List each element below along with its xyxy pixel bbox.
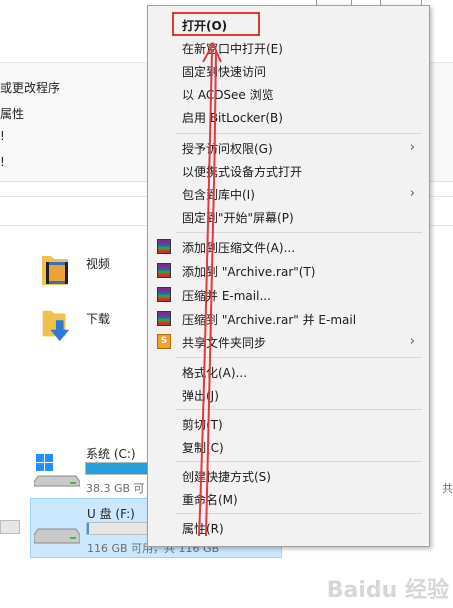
menu-item-pin-quick-access[interactable]: 固定到快速访问 bbox=[148, 60, 429, 82]
menu-item-label: 重命名(M) bbox=[182, 493, 238, 507]
menu-item-label: 包含到库中(I) bbox=[182, 188, 255, 202]
menu-item-bitlocker[interactable]: 启用 BitLocker(B) bbox=[148, 106, 429, 128]
menu-separator bbox=[176, 513, 422, 514]
ribbon-item[interactable]: ! bbox=[0, 129, 5, 143]
menu-item-portable-device[interactable]: 以便携式设备方式打开 bbox=[148, 160, 429, 182]
menu-item-eject[interactable]: 弹出(J) bbox=[148, 384, 429, 406]
menu-item-share-sync[interactable]: S 共享文件夹同步 › bbox=[148, 331, 429, 353]
menu-item-cut[interactable]: 剪切(T) bbox=[148, 413, 429, 435]
menu-item-create-shortcut[interactable]: 创建快捷方式(S) bbox=[148, 465, 429, 487]
menu-item-label: 固定到"开始"屏幕(P) bbox=[182, 211, 294, 225]
menu-item-label: 剪切(T) bbox=[182, 418, 223, 432]
drive-label: U 盘 (F:) bbox=[87, 507, 135, 521]
menu-item-format[interactable]: 格式化(A)... bbox=[148, 361, 429, 383]
winrar-icon bbox=[157, 239, 171, 254]
drive-label: 系统 (C:) bbox=[86, 447, 136, 461]
menu-separator bbox=[176, 461, 422, 462]
winrar-icon bbox=[157, 287, 171, 302]
context-menu: 打开(O) 在新窗口中打开(E) 固定到快速访问 以 ACDSee 浏览 启用 … bbox=[147, 5, 430, 547]
menu-item-label: 共享文件夹同步 bbox=[182, 336, 267, 350]
drive-total-text: 共 18 bbox=[442, 482, 453, 495]
menu-item-label: 压缩并 E-mail... bbox=[182, 289, 271, 303]
menu-item-label: 属性(R) bbox=[182, 522, 224, 536]
ribbon-item[interactable]: ! bbox=[0, 155, 5, 169]
download-folder-icon bbox=[42, 310, 70, 342]
list-scroll-stub bbox=[0, 520, 20, 534]
menu-item-copy[interactable]: 复制(C) bbox=[148, 436, 429, 458]
menu-item-rename[interactable]: 重命名(M) bbox=[148, 488, 429, 510]
menu-item-label: 以便携式设备方式打开 bbox=[182, 165, 303, 179]
menu-item-label: 启用 BitLocker(B) bbox=[182, 111, 283, 125]
menu-item-label: 创建快捷方式(S) bbox=[182, 470, 271, 484]
ribbon-item[interactable]: 属性 bbox=[0, 105, 24, 122]
menu-item-add-archive[interactable]: 添加到压缩文件(A)... bbox=[148, 236, 429, 258]
menu-item-label: 添加到压缩文件(A)... bbox=[182, 241, 296, 255]
menu-item-label: 复制(C) bbox=[182, 441, 224, 455]
folder-label: 下载 bbox=[86, 312, 111, 326]
menu-item-compress-rar-email[interactable]: 压缩到 "Archive.rar" 并 E-mail bbox=[148, 308, 429, 330]
folder-item-videos[interactable]: 视频 bbox=[40, 250, 140, 294]
menu-item-label: 压缩到 "Archive.rar" 并 E-mail bbox=[182, 313, 357, 327]
watermark: Baidu 经验 bbox=[326, 578, 449, 603]
windows-drive-icon bbox=[34, 454, 80, 487]
annotation-highlight-box bbox=[172, 12, 260, 36]
menu-item-include-library[interactable]: 包含到库中(I) › bbox=[148, 183, 429, 205]
menu-item-label: 授予访问权限(G) bbox=[182, 142, 273, 156]
video-folder-icon bbox=[42, 256, 68, 285]
menu-separator bbox=[176, 409, 422, 410]
drive-usage-fill bbox=[87, 523, 89, 534]
menu-item-label: 添加到 "Archive.rar"(T) bbox=[182, 265, 316, 279]
menu-item-compress-email[interactable]: 压缩并 E-mail... bbox=[148, 284, 429, 306]
menu-item-label: 格式化(A)... bbox=[182, 366, 248, 380]
menu-separator bbox=[176, 232, 422, 233]
menu-item-label: 固定到快速访问 bbox=[182, 65, 267, 79]
menu-item-acdsee[interactable]: 以 ACDSee 浏览 bbox=[148, 83, 429, 105]
folder-label: 视频 bbox=[86, 257, 111, 271]
menu-item-grant-access[interactable]: 授予访问权限(G) › bbox=[148, 137, 429, 159]
menu-item-label: 以 ACDSee 浏览 bbox=[182, 88, 274, 102]
menu-item-label: 弹出(J) bbox=[182, 389, 219, 403]
menu-separator bbox=[176, 133, 422, 134]
menu-separator bbox=[176, 357, 422, 358]
winrar-icon bbox=[157, 311, 171, 326]
submenu-arrow-icon: › bbox=[409, 186, 415, 201]
share-sync-icon: S bbox=[157, 334, 171, 349]
menu-item-open-new-window[interactable]: 在新窗口中打开(E) bbox=[148, 37, 429, 59]
submenu-arrow-icon: › bbox=[409, 334, 415, 349]
winrar-icon bbox=[157, 263, 171, 278]
submenu-arrow-icon: › bbox=[409, 140, 415, 155]
usb-drive-icon bbox=[34, 528, 80, 544]
ribbon-item[interactable]: 或更改程序 bbox=[0, 79, 60, 96]
menu-item-pin-start[interactable]: 固定到"开始"屏幕(P) bbox=[148, 206, 429, 228]
folder-item-downloads[interactable]: 下载 bbox=[40, 305, 140, 349]
menu-item-add-archive-rar[interactable]: 添加到 "Archive.rar"(T) bbox=[148, 260, 429, 282]
menu-item-properties[interactable]: 属性(R) bbox=[148, 517, 429, 539]
drive-free-text: 38.3 GB 可 bbox=[86, 482, 145, 495]
menu-item-label: 在新窗口中打开(E) bbox=[182, 42, 283, 56]
